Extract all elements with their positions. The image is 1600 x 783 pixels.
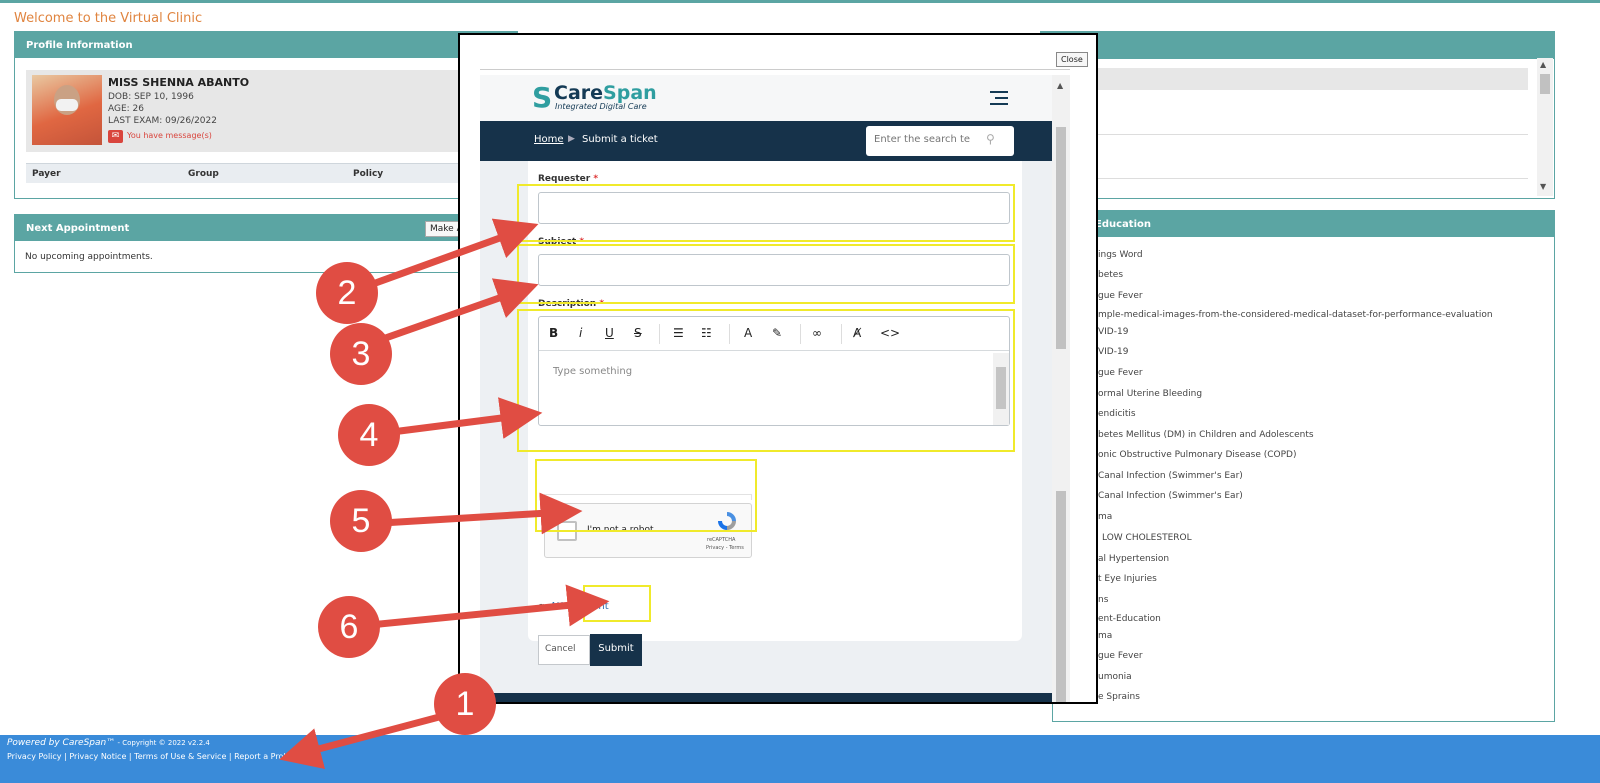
profile-panel: Profile Information MISS SHENNA ABANTO D… (14, 31, 518, 199)
education-item[interactable]: betes (1098, 270, 1123, 280)
right-panel-divider (1097, 134, 1528, 135)
education-item[interactable]: e Sprains (1098, 692, 1140, 702)
education-item[interactable]: umonia (1098, 672, 1132, 682)
mail-icon[interactable]: ✉ (108, 130, 123, 143)
close-button[interactable]: Close (1056, 52, 1088, 67)
search-box[interactable]: ⚲ (866, 126, 1014, 156)
requester-label: Requester * (538, 174, 599, 184)
captcha-brand: reCAPTCHA (707, 537, 736, 543)
profile-panel-title: Profile Information (15, 32, 517, 58)
messages-link[interactable]: You have message(s) (127, 131, 212, 140)
cancel-button[interactable]: Cancel (538, 635, 590, 665)
frame-footer-strip (480, 693, 1052, 702)
patient-dob: DOB: SEP 10, 1996 (108, 92, 194, 102)
report-problem-link[interactable]: Report a Proble (234, 752, 295, 761)
captcha-terms[interactable]: Privacy - Terms (706, 545, 744, 551)
brand-bar: S CareSpan Integrated Digital Care (480, 75, 1070, 121)
modal-divider (480, 69, 1070, 70)
education-item[interactable]: Canal Infection (Swimmer's Ear) (1098, 491, 1243, 501)
annotation-badge-6: 6 (318, 596, 380, 658)
carespan-logo: CareSpan (554, 82, 657, 104)
education-item[interactable]: ns (1098, 595, 1108, 605)
education-item[interactable]: gue Fever (1098, 368, 1143, 378)
requester-highlight (517, 184, 1015, 242)
annotation-badge-4: 4 (338, 404, 400, 466)
page-title: Welcome to the Virtual Clinic (14, 11, 203, 26)
education-item[interactable]: gue Fever (1098, 291, 1143, 301)
footer-links: Privacy Policy | Privacy Notice | Terms … (7, 752, 296, 761)
education-item[interactable]: betes Mellitus (DM) in Children and Adol… (1098, 430, 1314, 440)
carespan-logo-icon: S (532, 81, 553, 114)
education-item[interactable]: ma (1098, 631, 1112, 641)
profile-card: MISS SHENNA ABANTO DOB: SEP 10, 1996 AGE… (26, 70, 506, 152)
right-panel-row (1097, 68, 1528, 90)
education-item[interactable]: al Hypertension (1098, 554, 1169, 564)
patient-name: MISS SHENNA ABANTO (108, 76, 250, 89)
education-panel-title: Education (1053, 211, 1554, 237)
right-top-panel-header (1041, 32, 1554, 59)
frame-scrollbar[interactable]: ▲ (1052, 75, 1070, 702)
chevron-right-icon: ▶ (568, 134, 575, 144)
education-item[interactable]: ma (1098, 512, 1112, 522)
education-item[interactable]: t Eye Injuries (1098, 574, 1157, 584)
policy-header: Policy (353, 169, 384, 179)
education-item[interactable]: VID-19 (1098, 347, 1128, 357)
education-panel: Education (1052, 210, 1555, 722)
breadcrumb-current: Submit a ticket (582, 134, 658, 145)
powered-by: Powered by CareSpan™ - Copyright © 2022 … (7, 738, 210, 748)
annotation-badge-3: 3 (330, 323, 392, 385)
education-item[interactable]: mple-medical-images-from-the-considered-… (1098, 310, 1493, 320)
right-top-panel (1040, 31, 1555, 199)
breadcrumb-bar: Home ▶ Submit a ticket ⚲ (480, 121, 1070, 161)
education-item[interactable]: Canal Infection (Swimmer's Ear) (1098, 471, 1243, 481)
education-item[interactable]: ent-Education (1098, 614, 1161, 624)
education-item[interactable]: endicitis (1098, 409, 1136, 419)
annotation-badge-1: 1 (434, 673, 496, 735)
education-item[interactable]: gue Fever (1098, 651, 1143, 661)
paperclip-icon: ⌀ (538, 601, 545, 612)
hamburger-menu-icon[interactable] (990, 91, 1008, 109)
avatar (32, 75, 102, 145)
breadcrumb-home[interactable]: Home (534, 134, 564, 145)
logo-tagline: Integrated Digital Care (555, 102, 647, 111)
annotation-badge-2: 2 (316, 262, 378, 324)
terms-link[interactable]: Terms of Use & Service (134, 752, 226, 761)
top-accent-line (0, 0, 1600, 3)
education-item[interactable]: VID-19 (1098, 327, 1128, 337)
patient-last-exam: LAST EXAM: 09/26/2022 (108, 116, 217, 126)
education-item[interactable]: ormal Uterine Bleeding (1098, 389, 1202, 399)
submit-button[interactable]: Submit (590, 634, 642, 666)
patient-age: AGE: 26 (108, 104, 145, 114)
right-panel-scrollbar[interactable]: ▲ ▼ (1537, 58, 1553, 196)
captcha-highlight (535, 459, 757, 532)
description-highlight (517, 309, 1015, 452)
appointment-panel: Next Appointment Make A No upcoming appo… (14, 214, 518, 273)
insurance-table-header: Payer Group Policy (26, 163, 506, 183)
payer-header: Payer (32, 169, 61, 179)
submit-highlight (583, 585, 651, 622)
group-header: Group (188, 169, 219, 179)
annotation-badge-5: 5 (330, 490, 392, 552)
privacy-notice-link[interactable]: Privacy Notice (69, 752, 126, 761)
education-item[interactable]: LOW CHOLESTEROL (1102, 533, 1192, 543)
subject-highlight (517, 244, 1015, 304)
search-input[interactable] (874, 134, 974, 145)
education-item[interactable]: ings Word (1098, 250, 1143, 260)
privacy-policy-link[interactable]: Privacy Policy (7, 752, 62, 761)
no-appointments-text: No upcoming appointments. (25, 252, 153, 262)
search-icon[interactable]: ⚲ (986, 132, 995, 146)
right-panel-divider (1097, 178, 1528, 179)
education-item[interactable]: onic Obstructive Pulmonary Disease (COPD… (1098, 450, 1297, 460)
